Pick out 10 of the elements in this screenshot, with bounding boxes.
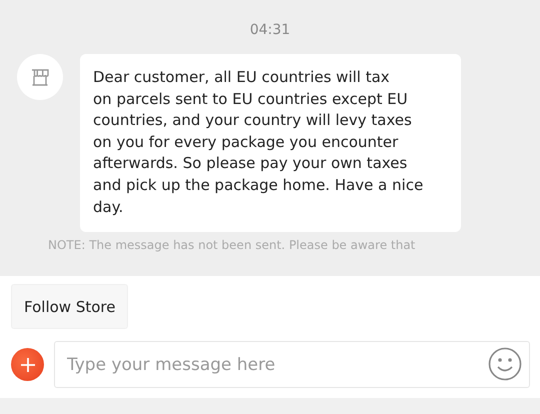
message-input-field[interactable]: Type your message here <box>54 341 530 388</box>
store-avatar[interactable] <box>17 54 63 100</box>
smiley-icon[interactable] <box>488 347 522 381</box>
note-text: NOTE: The message has not been sent. Please be aware that <box>48 238 416 252</box>
follow-store-button[interactable]: Follow Store <box>11 284 128 329</box>
message-bubble: Dear customer, all EU countries will tax on parcels sent to EU countries except EU countries, and your country will levy taxes on you for every package you encounter afterwards. So please pay your own taxes and pick up the package home. Have a nice day. <box>80 54 461 232</box>
timestamp: 04:31 <box>248 22 292 38</box>
storefront-icon <box>30 67 50 87</box>
plus-icon <box>20 356 36 372</box>
add-button[interactable] <box>11 348 44 381</box>
